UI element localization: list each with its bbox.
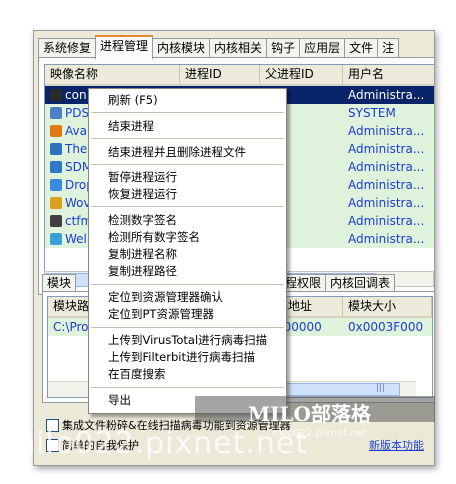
process-icon <box>50 125 62 137</box>
column-user-name[interactable]: 用户名 <box>343 65 434 84</box>
main-tab-strip: 系统修复 进程管理 内核模块 内核相关 钩子 应用层 文件 注 <box>38 35 434 59</box>
tab-process-management[interactable]: 进程管理 <box>95 35 154 59</box>
process-user: Administra... <box>348 232 425 246</box>
process-icon <box>50 161 62 173</box>
process-icon <box>50 89 62 101</box>
process-list-header: 映像名称 进程ID 父进程ID 用户名 <box>45 65 434 86</box>
process-icon <box>50 197 62 209</box>
menu-check-all-signatures[interactable]: 检测所有数字签名 <box>89 229 286 246</box>
tab-system-repair[interactable]: 系统修复 <box>38 38 97 58</box>
process-name: Wov <box>65 196 91 210</box>
tab-modules[interactable]: 模块 <box>42 274 77 292</box>
process-name: PDS <box>65 106 90 120</box>
self-protect-label: 简单的自我保护 <box>62 439 139 452</box>
column-image-name[interactable]: 映像名称 <box>45 65 180 84</box>
menu-suspend-process[interactable]: 暂停进程运行 <box>89 169 286 186</box>
menu-copy-process-path[interactable]: 复制进程路径 <box>89 263 286 280</box>
menu-check-signature[interactable]: 检测数字签名 <box>89 212 286 229</box>
menu-separator <box>91 138 284 139</box>
menu-upload-filterbit[interactable]: 上传到Filterbit进行病毒扫描 <box>89 349 286 366</box>
process-user: Administra... <box>348 124 425 138</box>
process-user: SYSTEM <box>348 106 396 120</box>
menu-locate-in-pt-explorer[interactable]: 定位到PT资源管理器 <box>89 306 286 323</box>
process-user: Administra... <box>348 142 425 156</box>
process-name: con <box>65 88 87 102</box>
process-icon <box>50 215 62 227</box>
column-pid[interactable]: 进程ID <box>180 65 260 84</box>
process-icon <box>50 233 62 245</box>
menu-refresh[interactable]: 刷新 (F5) <box>89 92 286 109</box>
tab-kernel-related[interactable]: 内核相关 <box>209 38 268 58</box>
menu-export[interactable]: 导出 <box>89 392 286 409</box>
menu-kill-process[interactable]: 结束进程 <box>89 118 286 135</box>
menu-separator <box>91 164 284 165</box>
menu-resume-process[interactable]: 恢复进程运行 <box>89 186 286 203</box>
context-menu: 刷新 (F5) 结束进程 结束进程并且删除进程文件 暂停进程运行 恢复进程运行 … <box>88 88 287 414</box>
menu-separator <box>91 327 284 328</box>
menu-copy-process-name[interactable]: 复制进程名称 <box>89 246 286 263</box>
scroll-grip-icon: ||| <box>376 383 386 393</box>
process-icon <box>50 179 62 191</box>
menu-upload-virustotal[interactable]: 上传到VirusTotal进行病毒扫描 <box>89 332 286 349</box>
menu-separator <box>91 206 284 207</box>
process-user: Administra... <box>348 88 425 102</box>
menu-separator <box>91 284 284 285</box>
integrate-scan-checkbox[interactable] <box>46 419 59 432</box>
tab-kernel-callbacks[interactable]: 内核回调表 <box>325 274 396 292</box>
process-user: Administra... <box>348 178 425 192</box>
process-user: Administra... <box>348 160 425 174</box>
process-name: Ava <box>65 124 87 138</box>
process-user: Administra... <box>348 214 425 228</box>
tab-hooks[interactable]: 钩子 <box>266 38 301 58</box>
process-name: Wel <box>65 232 87 246</box>
new-version-link[interactable]: 新版本功能 <box>369 437 424 453</box>
process-user: Administra... <box>348 196 425 210</box>
module-size: 0x0003F000 <box>348 320 424 334</box>
integrate-scan-label: 集成文件粉碎&在线扫描病毒功能到资源管理器 <box>62 419 291 432</box>
tab-files[interactable]: 文件 <box>344 38 379 58</box>
menu-baidu-search[interactable]: 在百度搜索 <box>89 366 286 383</box>
tab-application-layer[interactable]: 应用层 <box>299 38 346 58</box>
process-icon <box>50 107 62 119</box>
column-module-size[interactable]: 模块大小 <box>343 297 432 316</box>
menu-separator <box>91 112 284 113</box>
process-icon <box>50 143 62 155</box>
self-protect-checkbox[interactable] <box>46 439 59 452</box>
menu-kill-and-delete[interactable]: 结束进程并且删除进程文件 <box>89 144 286 161</box>
menu-separator <box>91 387 284 388</box>
menu-locate-in-explorer[interactable]: 定位到资源管理器确认 <box>89 289 286 306</box>
tab-more[interactable]: 注 <box>377 38 400 58</box>
column-parent-pid[interactable]: 父进程ID <box>260 65 343 84</box>
tab-kernel-modules[interactable]: 内核模块 <box>152 38 211 58</box>
process-name: The <box>65 142 88 156</box>
